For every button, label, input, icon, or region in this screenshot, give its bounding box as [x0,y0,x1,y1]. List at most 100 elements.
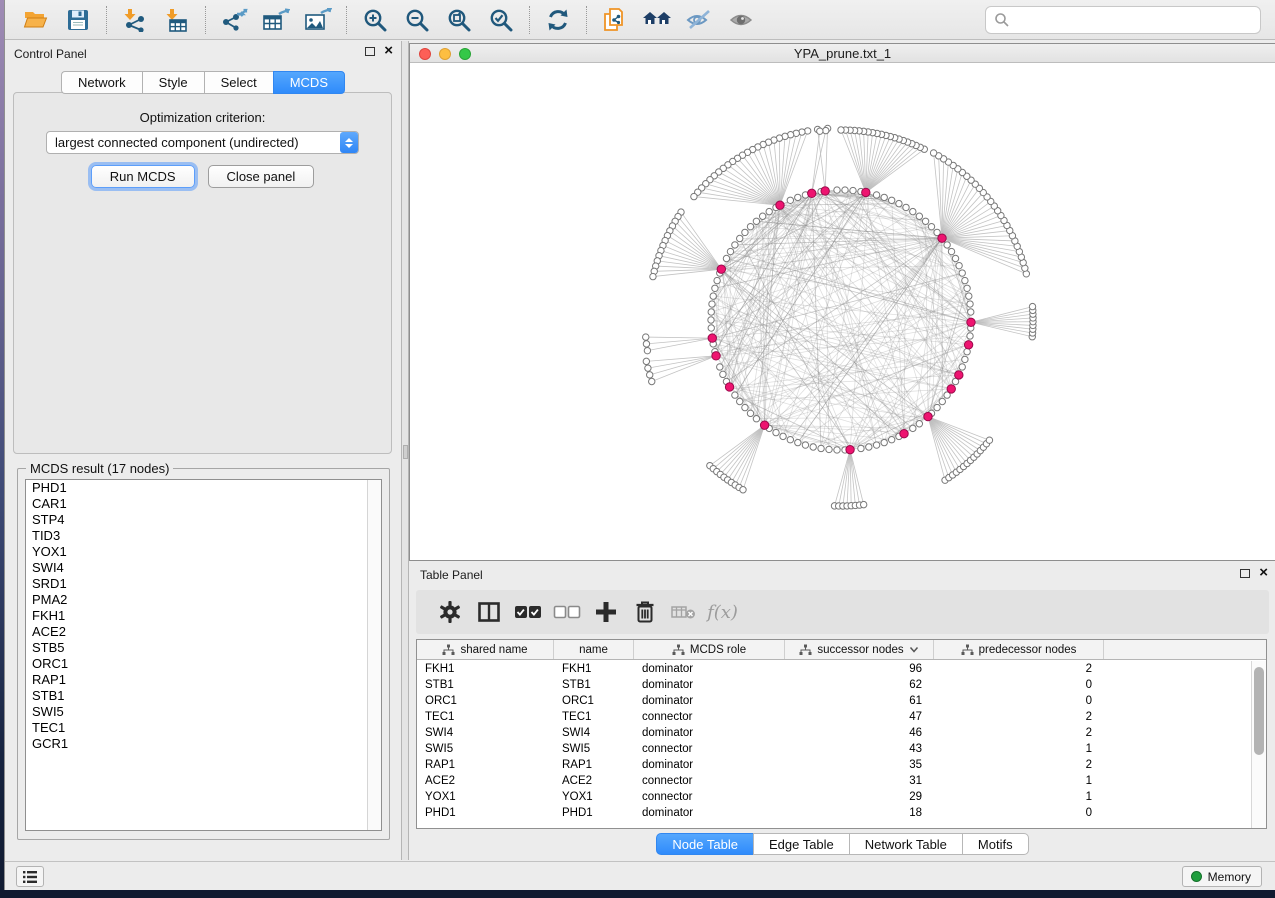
add-column-button[interactable] [586,595,625,629]
mcds-result-item[interactable]: STB5 [26,640,381,656]
mcds-result-item[interactable]: TEC1 [26,720,381,736]
cell-successor-nodes[interactable]: 31 [785,773,934,789]
cell-predecessor-nodes[interactable]: 2 [934,725,1104,741]
cell-name[interactable]: YOX1 [554,789,634,805]
table-row[interactable]: STB1STB1dominator620 [417,677,1250,693]
cell-name[interactable]: STB1 [554,677,634,693]
copy-network-button[interactable] [594,3,636,37]
table-scrollbar-thumb[interactable] [1254,667,1264,755]
cell-shared-name[interactable]: FKH1 [417,661,554,677]
cell-MCDS-role[interactable]: connector [634,789,785,805]
mcds-result-item[interactable]: TID3 [26,528,381,544]
task-history-button[interactable] [16,866,44,887]
toggle-columns-button[interactable] [469,595,508,629]
mcds-result-item[interactable]: GCR1 [26,736,381,752]
mcds-result-list[interactable]: PHD1CAR1STP4TID3YOX1SWI4SRD1PMA2FKH1ACE2… [25,479,382,831]
run-mcds-button[interactable]: Run MCDS [91,165,195,188]
cell-shared-name[interactable]: RAP1 [417,757,554,773]
tab-network[interactable]: Network [61,71,142,94]
cell-name[interactable]: PHD1 [554,805,634,821]
delete-column-button[interactable] [625,595,664,629]
mcds-result-item[interactable]: SRD1 [26,576,381,592]
column-header-shared-name[interactable]: shared name [417,640,554,659]
mcds-list-scrollbar[interactable] [367,480,381,830]
table-scrollbar[interactable] [1251,661,1266,828]
cell-successor-nodes[interactable]: 62 [785,677,934,693]
export-network-button[interactable] [213,3,255,37]
cell-successor-nodes[interactable]: 96 [785,661,934,677]
cell-name[interactable]: RAP1 [554,757,634,773]
mcds-result-item[interactable]: PMA2 [26,592,381,608]
cell-predecessor-nodes[interactable]: 2 [934,661,1104,677]
cell-shared-name[interactable]: STB1 [417,677,554,693]
mcds-result-item[interactable]: FKH1 [26,608,381,624]
mcds-result-item[interactable]: CAR1 [26,496,381,512]
close-panel-icon[interactable]: × [384,46,393,56]
cell-predecessor-nodes[interactable]: 2 [934,757,1104,773]
table-row[interactable]: SWI5SWI5connector431 [417,741,1250,757]
cell-MCDS-role[interactable]: dominator [634,805,785,821]
close-panel-button[interactable]: Close panel [208,165,315,188]
cell-successor-nodes[interactable]: 61 [785,693,934,709]
zoom-selected-button[interactable] [480,3,522,37]
tab-style[interactable]: Style [142,71,204,94]
close-panel-icon[interactable]: × [1259,568,1268,578]
cell-successor-nodes[interactable]: 46 [785,725,934,741]
cell-MCDS-role[interactable]: connector [634,709,785,725]
column-header-predecessor-nodes[interactable]: predecessor nodes [934,640,1104,659]
search-input[interactable] [1010,9,1260,31]
table-row[interactable]: ACE2ACE2connector311 [417,773,1250,789]
tab-mcds[interactable]: MCDS [273,71,345,94]
float-panel-icon[interactable] [365,47,375,56]
cell-name[interactable]: ORC1 [554,693,634,709]
mcds-result-item[interactable]: RAP1 [26,672,381,688]
cell-name[interactable]: SWI4 [554,725,634,741]
table-row[interactable]: PHD1PHD1dominator180 [417,805,1250,821]
cell-predecessor-nodes[interactable]: 1 [934,741,1104,757]
cell-shared-name[interactable]: SWI4 [417,725,554,741]
mcds-result-item[interactable]: ACE2 [26,624,381,640]
cell-predecessor-nodes[interactable]: 2 [934,709,1104,725]
import-table-button[interactable] [156,3,198,37]
column-header-successor-nodes[interactable]: successor nodes [785,640,934,659]
zoom-fit-button[interactable] [438,3,480,37]
cell-name[interactable]: TEC1 [554,709,634,725]
cell-shared-name[interactable]: PHD1 [417,805,554,821]
zoom-in-button[interactable] [354,3,396,37]
network-graph[interactable] [410,63,1275,560]
cell-MCDS-role[interactable]: dominator [634,757,785,773]
cell-successor-nodes[interactable]: 43 [785,741,934,757]
deselect-all-checks-button[interactable] [547,595,586,629]
cell-predecessor-nodes[interactable]: 0 [934,677,1104,693]
maximize-window-icon[interactable] [459,48,471,60]
network-canvas[interactable] [410,63,1275,560]
tab-motifs[interactable]: Motifs [962,833,1029,855]
settings-gear-button[interactable] [430,595,469,629]
mcds-result-item[interactable]: ORC1 [26,656,381,672]
export-image-button[interactable] [297,3,339,37]
vertical-splitter[interactable] [401,41,409,860]
cell-MCDS-role[interactable]: connector [634,741,785,757]
minimize-window-icon[interactable] [439,48,451,60]
table-row[interactable]: FKH1FKH1dominator962 [417,661,1250,677]
mcds-result-item[interactable]: YOX1 [26,544,381,560]
export-table-button[interactable] [255,3,297,37]
cell-name[interactable]: ACE2 [554,773,634,789]
first-neighbors-button[interactable] [636,3,678,37]
table-row[interactable]: SWI4SWI4dominator462 [417,725,1250,741]
cell-MCDS-role[interactable]: dominator [634,693,785,709]
cell-MCDS-role[interactable]: dominator [634,677,785,693]
close-window-icon[interactable] [419,48,431,60]
mcds-result-item[interactable]: SWI4 [26,560,381,576]
cell-shared-name[interactable]: YOX1 [417,789,554,805]
cell-MCDS-role[interactable]: dominator [634,661,785,677]
column-header-name[interactable]: name [554,640,634,659]
cell-predecessor-nodes[interactable]: 1 [934,789,1104,805]
cell-successor-nodes[interactable]: 29 [785,789,934,805]
select-all-checks-button[interactable] [508,595,547,629]
cell-successor-nodes[interactable]: 47 [785,709,934,725]
show-all-button[interactable] [720,3,762,37]
save-session-button[interactable] [57,3,99,37]
column-header-MCDS-role[interactable]: MCDS role [634,640,785,659]
cell-shared-name[interactable]: SWI5 [417,741,554,757]
